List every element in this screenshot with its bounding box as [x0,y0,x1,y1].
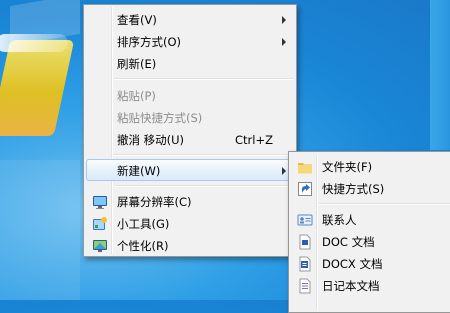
submenu-item-shortcut[interactable]: 快捷方式(S) [291,177,450,199]
menu-item-label: DOC 文档 [322,235,375,249]
wallpaper-glass [0,40,75,136]
menu-item-view[interactable]: 查看(V) [86,8,294,30]
submenu-arrow-icon [282,38,286,46]
menu-item-label: 刷新(E) [117,57,157,71]
submenu-item-folder[interactable]: 文件夹(F) [291,155,450,177]
menu-item-shortcut: Ctrl+Z [235,133,273,147]
menu-item-label: DOCX 文档 [322,257,383,271]
menu-item-label: 排序方式(O) [117,35,182,49]
menu-item-label: 文件夹(F) [322,160,373,174]
menu-separator [114,154,294,156]
desktop-context-menu: 查看(V) 排序方式(O) 刷新(E) 粘贴(P) 粘贴快捷方式(S) 撤消 移… [83,4,297,257]
menu-item-label: 查看(V) [117,13,157,27]
docx-file-icon [297,256,313,272]
gadgets-icon [92,216,108,232]
submenu-item-contact[interactable]: 联系人 [291,208,450,230]
menu-separator [114,185,294,187]
submenu-arrow-icon [282,167,286,175]
menu-item-paste[interactable]: 粘贴(P) [86,84,294,106]
menu-item-label: 日记本文档 [322,279,380,293]
wallpaper-edge [430,0,450,150]
menu-item-label: 联系人 [322,213,357,227]
menu-item-label: 个性化(R) [117,239,169,253]
journal-file-icon [297,278,313,294]
menu-item-gadgets[interactable]: 小工具(G) [86,212,294,234]
menu-item-refresh[interactable]: 刷新(E) [86,52,294,74]
menu-item-paste-shortcut[interactable]: 粘贴快捷方式(S) [86,106,294,128]
wallpaper-glow [0,160,80,300]
display-icon [92,194,108,210]
menu-item-screen-resolution[interactable]: 屏幕分辨率(C) [86,190,294,212]
submenu-item-doc[interactable]: DOC 文档 [291,230,450,252]
menu-item-label: 粘贴(P) [117,89,156,103]
menu-item-label: 快捷方式(S) [322,182,385,196]
menu-item-label: 新建(W) [117,164,161,178]
menu-item-personalize[interactable]: 个性化(R) [86,234,294,256]
folder-icon [297,159,313,175]
menu-item-label: 屏幕分辨率(C) [117,195,192,209]
menu-separator [114,78,294,80]
menu-item-sort-by[interactable]: 排序方式(O) [86,30,294,52]
wallpaper-glass-rim [0,34,68,52]
submenu-arrow-icon [282,16,286,24]
contact-card-icon [297,212,313,228]
submenu-item-docx[interactable]: DOCX 文档 [291,252,450,274]
personalize-icon [92,238,108,254]
menu-item-label: 小工具(G) [117,217,170,231]
menu-separator [319,203,450,205]
new-submenu: 文件夹(F) 快捷方式(S) 联系人 DOC 文档 DOCX 文档 日记本文档 [288,151,450,313]
menu-item-label: 粘贴快捷方式(S) [117,111,203,125]
submenu-item-journal[interactable]: 日记本文档 [291,274,450,296]
doc-file-icon [297,234,313,250]
menu-item-label: 撤消 移动(U) [117,133,185,147]
menu-item-undo-move[interactable]: 撤消 移动(U) Ctrl+Z [86,128,294,150]
shortcut-icon [297,181,313,197]
menu-item-new[interactable]: 新建(W) [86,159,294,181]
